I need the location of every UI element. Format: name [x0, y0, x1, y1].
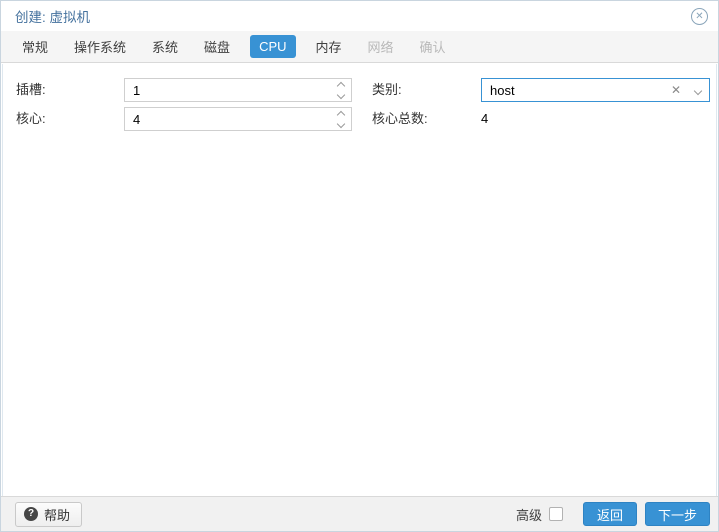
- clear-icon[interactable]: ✕: [665, 83, 687, 97]
- next-button[interactable]: 下一步: [644, 502, 710, 526]
- sockets-spinner: [124, 78, 352, 102]
- back-button[interactable]: 返回: [582, 502, 637, 526]
- spinner-up-icon[interactable]: [336, 81, 346, 90]
- dialog-header: 创建: 虚拟机 ✕: [1, 1, 718, 31]
- chevron-down-icon: [693, 86, 703, 95]
- spinner-down-icon[interactable]: [336, 119, 346, 128]
- create-vm-dialog: 创建: 虚拟机 ✕ 常规 操作系统 系统 磁盘 CPU 内存 网络 确认 插槽:…: [0, 0, 719, 532]
- sockets-label: 插槽:: [16, 82, 46, 97]
- cpu-type-input[interactable]: [482, 79, 665, 101]
- cpu-panel: 插槽: 类别: ✕ 核心: 核心总数: 4: [2, 64, 717, 496]
- cpu-type-label: 类别:: [372, 82, 402, 97]
- tab-cpu[interactable]: CPU: [250, 35, 296, 58]
- tab-general[interactable]: 常规: [16, 33, 54, 60]
- sockets-input[interactable]: [125, 79, 331, 101]
- total-cores-value: 4: [481, 111, 489, 126]
- spinner-up-icon[interactable]: [336, 110, 346, 119]
- advanced-label: 高级: [515, 507, 542, 523]
- help-button[interactable]: ? 帮助: [15, 501, 83, 527]
- dialog-title: 创建: 虚拟机: [15, 10, 91, 25]
- sockets-spinner-buttons[interactable]: [331, 79, 351, 101]
- help-icon: ?: [24, 507, 38, 521]
- combo-dropdown-trigger[interactable]: [687, 79, 709, 101]
- tab-memory[interactable]: 内存: [310, 33, 348, 60]
- tab-system[interactable]: 系统: [146, 33, 184, 60]
- tab-confirm: 确认: [419, 40, 446, 55]
- cores-input[interactable]: [125, 108, 331, 130]
- spinner-down-icon[interactable]: [336, 90, 346, 99]
- cores-spinner-buttons[interactable]: [331, 108, 351, 130]
- cpu-type-combobox: ✕: [481, 78, 710, 102]
- advanced-checkbox[interactable]: [548, 507, 563, 521]
- close-icon[interactable]: ✕: [691, 7, 708, 25]
- cores-spinner: [124, 107, 352, 131]
- dialog-footer: ? 帮助 高级 返回 下一步: [1, 496, 718, 531]
- tab-os[interactable]: 操作系统: [68, 33, 132, 60]
- tab-network: 网络: [367, 40, 394, 55]
- cores-label: 核心:: [16, 111, 46, 126]
- tab-disks[interactable]: 磁盘: [198, 33, 236, 60]
- help-button-label: 帮助: [44, 507, 71, 523]
- wizard-tabstrip: 常规 操作系统 系统 磁盘 CPU 内存 网络 确认: [1, 31, 718, 63]
- total-cores-label: 核心总数:: [372, 111, 428, 126]
